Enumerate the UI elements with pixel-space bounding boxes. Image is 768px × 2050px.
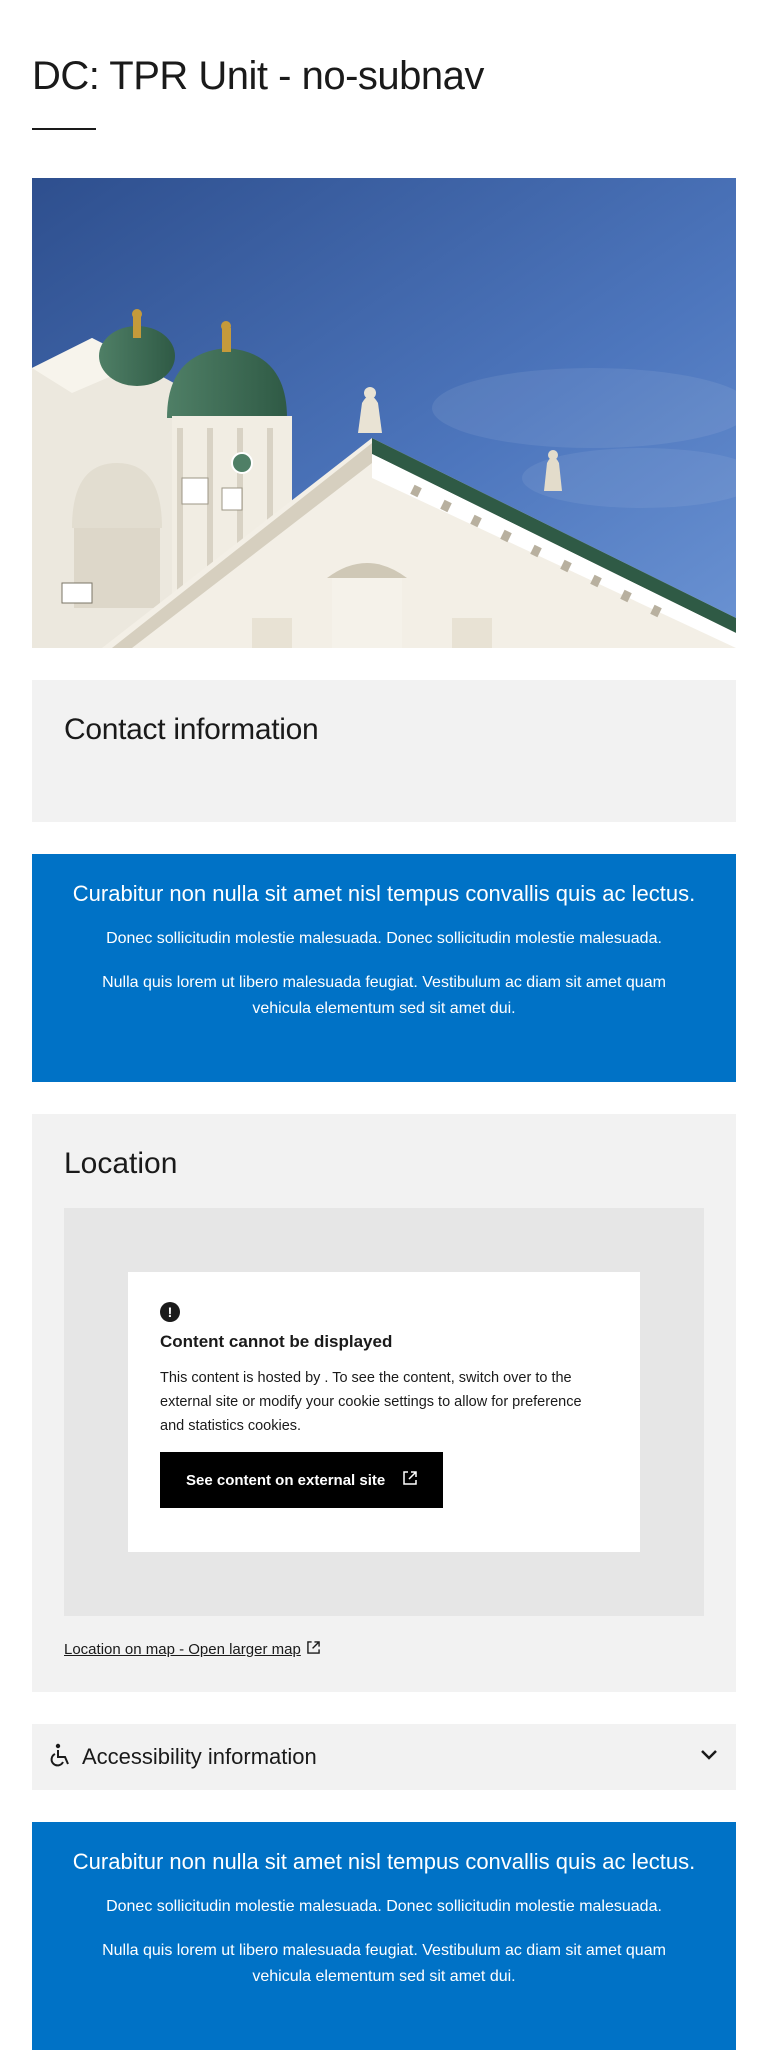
contact-heading: Contact information: [64, 713, 319, 746]
page-title: DC: TPR Unit - no-subnav: [32, 54, 484, 98]
banner-paragraph: Donec sollicitudin molestie malesuada. D…: [106, 930, 662, 947]
banner-paragraph: Nulla quis lorem ut libero malesuada feu…: [102, 974, 666, 1017]
banner-paragraph: Donec sollicitudin molestie malesuada. D…: [106, 1898, 662, 1915]
open-larger-map-link[interactable]: Location on map - Open larger map: [64, 1640, 320, 1660]
accordion-label: Accessibility information: [82, 1744, 317, 1769]
location-heading: Location: [64, 1147, 178, 1180]
location-section: Location ! Content cannot be displayed T…: [32, 1114, 736, 1692]
map-placeholder: ! Content cannot be displayed This conte…: [64, 1208, 704, 1616]
notice-title: Content cannot be displayed: [160, 1332, 393, 1351]
map-link-label: Location on map - Open larger map: [64, 1641, 301, 1658]
button-label: See content on external site: [186, 1471, 386, 1489]
see-external-content-button[interactable]: See content on external site: [160, 1452, 444, 1508]
banner-paragraph: Nulla quis lorem ut libero malesuada feu…: [102, 1942, 666, 1985]
accessibility-accordion[interactable]: Accessibility information: [32, 1724, 736, 1790]
chevron-down-icon: [700, 1748, 718, 1766]
external-link-icon: [403, 1471, 417, 1489]
title-divider: [32, 128, 96, 130]
cookie-notice: ! Content cannot be displayed This conte…: [128, 1272, 640, 1552]
hero-image: [32, 178, 736, 648]
info-banner: Curabitur non nulla sit amet nisl tempus…: [32, 1822, 736, 2050]
banner-heading: Curabitur non nulla sit amet nisl tempus…: [72, 881, 696, 906]
alert-circle-icon: !: [160, 1302, 180, 1322]
external-link-icon: [307, 1640, 320, 1660]
info-banner: Curabitur non nulla sit amet nisl tempus…: [32, 854, 736, 1082]
banner-heading: Curabitur non nulla sit amet nisl tempus…: [72, 1849, 696, 1874]
wheelchair-icon: [50, 1743, 72, 1772]
notice-body: This content is hosted by . To see the c…: [160, 1370, 582, 1434]
contact-information-section: Contact information: [32, 680, 736, 822]
